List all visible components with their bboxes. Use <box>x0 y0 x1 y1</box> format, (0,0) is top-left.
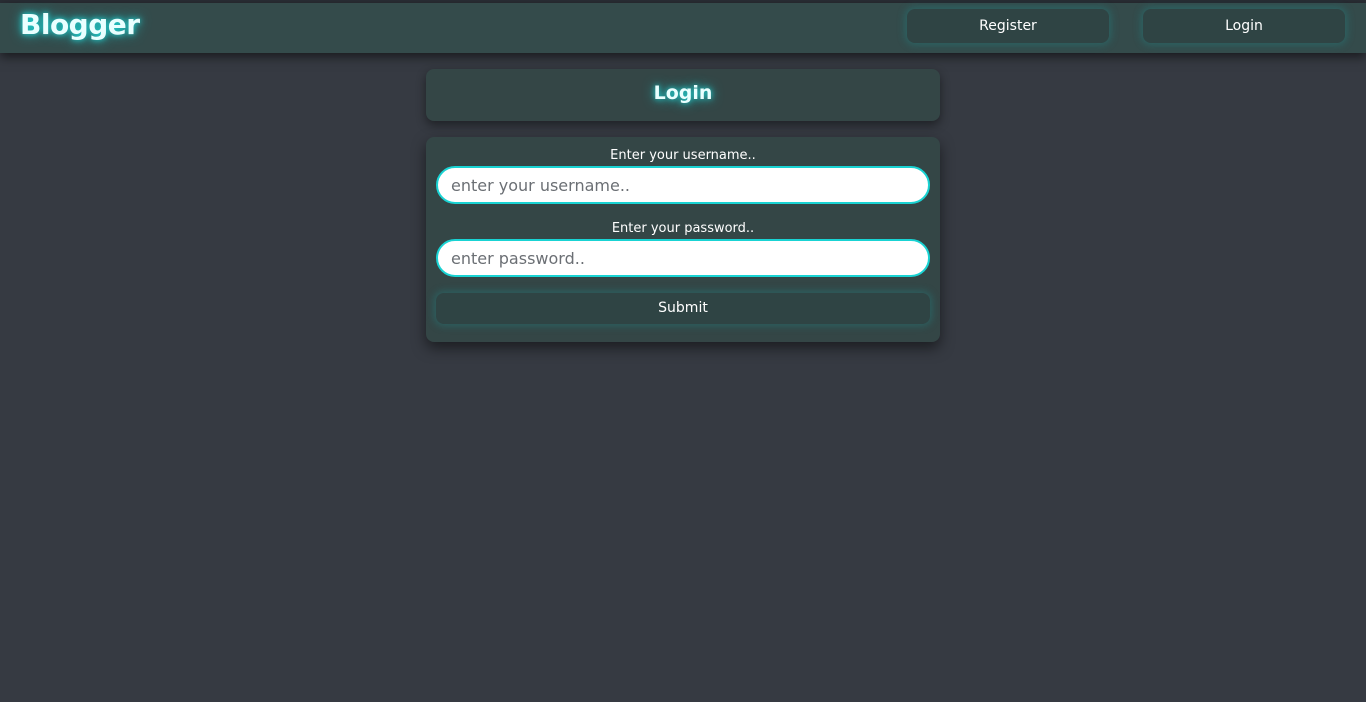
password-input[interactable] <box>436 239 930 277</box>
page-title-card: Login <box>426 69 940 121</box>
page-title: Login <box>653 82 713 104</box>
login-nav-button[interactable]: Login <box>1143 9 1345 43</box>
register-button[interactable]: Register <box>907 9 1109 43</box>
navbar: Blogger Register Login <box>0 3 1366 53</box>
username-label: Enter your username.. <box>610 148 756 163</box>
login-form: Enter your username.. Enter your passwor… <box>426 137 940 342</box>
password-label: Enter your password.. <box>611 221 755 236</box>
brand-logo[interactable]: Blogger <box>20 8 140 41</box>
username-input[interactable] <box>436 166 930 204</box>
submit-button[interactable]: Submit <box>436 293 930 324</box>
